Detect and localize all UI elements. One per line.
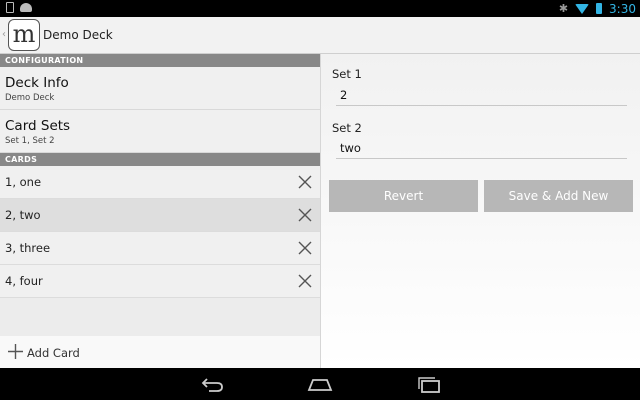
cards-header: CARDS [0, 153, 320, 166]
card-sets-title: Card Sets [5, 118, 71, 134]
deck-info-title: Deck Info [5, 75, 69, 91]
save-add-new-button[interactable]: Save & Add New [484, 180, 633, 212]
left-pane: CONFIGURATION Deck Info Demo Deck Card S… [0, 54, 320, 368]
up-caret-icon[interactable]: ‹ [2, 29, 6, 40]
configuration-header: CONFIGURATION [0, 54, 320, 67]
card-row[interactable]: 4, four [0, 265, 320, 298]
delete-icon[interactable] [298, 241, 312, 255]
android-icon [20, 3, 32, 12]
add-icon [8, 344, 23, 359]
navigation-bar [0, 368, 640, 400]
add-card-label: Add Card [27, 346, 80, 360]
clock: 3:30 [609, 1, 636, 16]
card-label: 2, two [5, 208, 41, 222]
delete-icon[interactable] [298, 175, 312, 189]
delete-icon[interactable] [298, 208, 312, 222]
set1-label: Set 1 [332, 67, 362, 81]
recent-apps-icon[interactable] [416, 374, 442, 394]
action-bar: ‹ m Demo Deck [0, 17, 640, 54]
wifi-icon [575, 3, 590, 14]
bluetooth-icon: ✱ [558, 2, 569, 15]
deck-info-subtitle: Demo Deck [5, 93, 55, 103]
delete-icon[interactable] [298, 274, 312, 288]
set2-field[interactable] [336, 137, 627, 159]
battery-icon [596, 3, 603, 14]
set2-label: Set 2 [332, 121, 362, 135]
page-title: Demo Deck [43, 28, 113, 42]
card-sets-subtitle: Set 1, Set 2 [5, 136, 55, 146]
card-label: 4, four [5, 274, 43, 288]
set1-field[interactable] [336, 84, 627, 106]
card-editor: Set 1 Set 2 Revert Save & Add New [320, 54, 640, 368]
back-icon[interactable] [199, 374, 225, 394]
notification-icon [6, 2, 14, 13]
status-bar: ✱ 3:30 [0, 0, 640, 17]
home-icon[interactable] [307, 374, 333, 394]
card-row[interactable]: 2, two [0, 199, 320, 232]
add-card-button[interactable]: Add Card [0, 336, 320, 368]
revert-button[interactable]: Revert [329, 180, 478, 212]
app-icon[interactable]: m [8, 19, 40, 51]
card-sets-item[interactable]: Card Sets Set 1, Set 2 [0, 110, 320, 153]
card-label: 3, three [5, 241, 51, 255]
card-row[interactable]: 1, one [0, 166, 320, 199]
deck-info-item[interactable]: Deck Info Demo Deck [0, 67, 320, 110]
card-label: 1, one [5, 175, 42, 189]
card-row[interactable]: 3, three [0, 232, 320, 265]
